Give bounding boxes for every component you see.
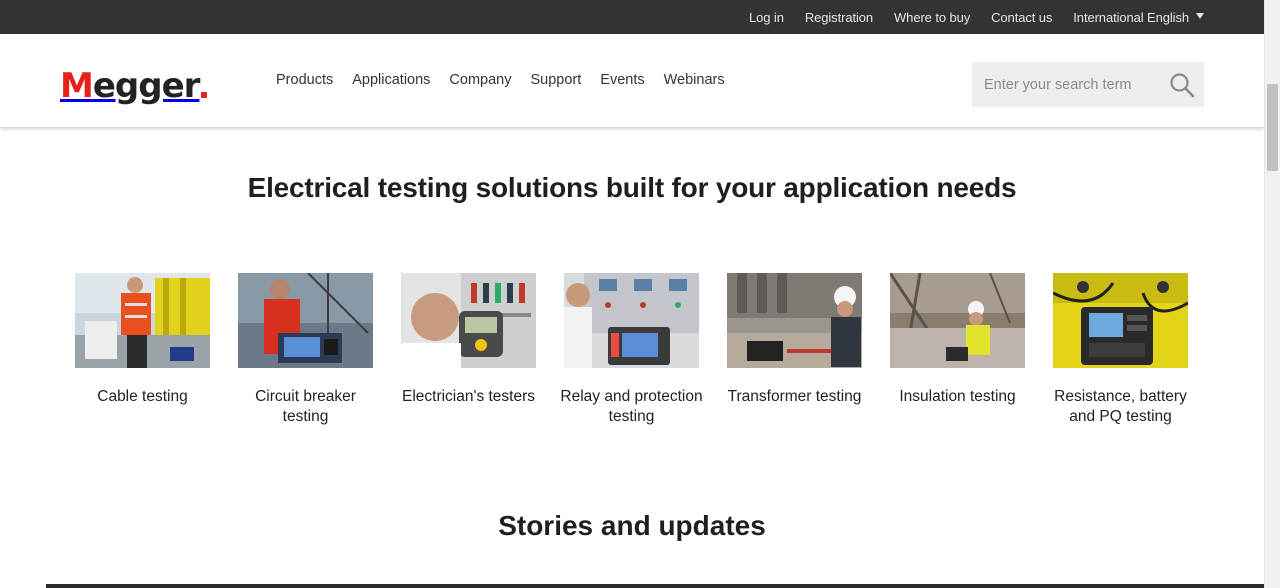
electricians-testers-image [401,273,536,368]
language-label: International English [1073,9,1189,25]
stories-section-title: Stories and updates [498,510,766,541]
nav-company[interactable]: Company [449,72,511,88]
search-icon [1170,73,1195,98]
megger-logo[interactable]: Megger [60,66,208,106]
login-link[interactable]: Log in [749,10,784,25]
app-card-relay-protection-testing[interactable]: Relay and protection testing [560,273,703,427]
app-label: Resistance, battery and PQ testing [1054,388,1187,425]
app-label: Electrician's testers [401,388,536,405]
app-card-transformer-testing[interactable]: Transformer testing [727,273,862,427]
chevron-down-icon [1196,12,1204,19]
search-box [972,62,1204,107]
utility-links: Log in Registration Where to buy Contact… [749,0,1204,34]
app-card-cable-testing[interactable]: Cable testing [75,273,210,427]
search-input[interactable] [972,62,1162,107]
nav-support[interactable]: Support [530,72,581,88]
logo-wordmark: Megger [60,66,200,106]
app-label: Relay and protection testing [560,388,703,425]
contact-us-link[interactable]: Contact us [991,10,1052,25]
transformer-testing-image [727,273,862,368]
circuit-breaker-testing-image [238,273,373,368]
app-label: Cable testing [97,388,188,405]
main-nav: Products Applications Company Support Ev… [276,72,725,88]
utility-bar: Log in Registration Where to buy Contact… [0,0,1264,34]
page-title: Electrical testing solutions built for y… [247,172,1017,203]
nav-products[interactable]: Products [276,72,333,88]
scrollbar-thumb[interactable] [1267,84,1278,171]
app-card-resistance-battery-pq-testing[interactable]: Resistance, battery and PQ testing [1053,273,1188,427]
where-to-buy-link[interactable]: Where to buy [894,10,970,25]
registration-link[interactable]: Registration [805,10,873,25]
nav-applications[interactable]: Applications [352,72,430,88]
stories-carousel-edge [46,584,1264,588]
app-label: Transformer testing [727,388,862,405]
application-list: Cable testing Circuit breaker testing El… [75,273,1188,427]
app-label: Circuit breaker testing [255,388,356,425]
relay-protection-testing-image [564,273,699,368]
site-header: Megger Products Applications Company Sup… [0,34,1264,128]
nav-events[interactable]: Events [600,72,644,88]
app-card-circuit-breaker-testing[interactable]: Circuit breaker testing [238,273,373,427]
cable-testing-image [75,273,210,368]
app-label: Insulation testing [899,388,1016,405]
resistance-battery-pq-testing-image [1053,273,1188,368]
search-button[interactable] [1168,71,1196,99]
app-card-insulation-testing[interactable]: Insulation testing [890,273,1025,427]
page-scrollbar[interactable] [1264,0,1280,588]
language-selector[interactable]: International English [1073,10,1204,25]
logo-registered-mark [201,92,208,98]
insulation-testing-image [890,273,1025,368]
nav-webinars[interactable]: Webinars [664,72,725,88]
app-card-electricians-testers[interactable]: Electrician's testers [401,273,536,427]
